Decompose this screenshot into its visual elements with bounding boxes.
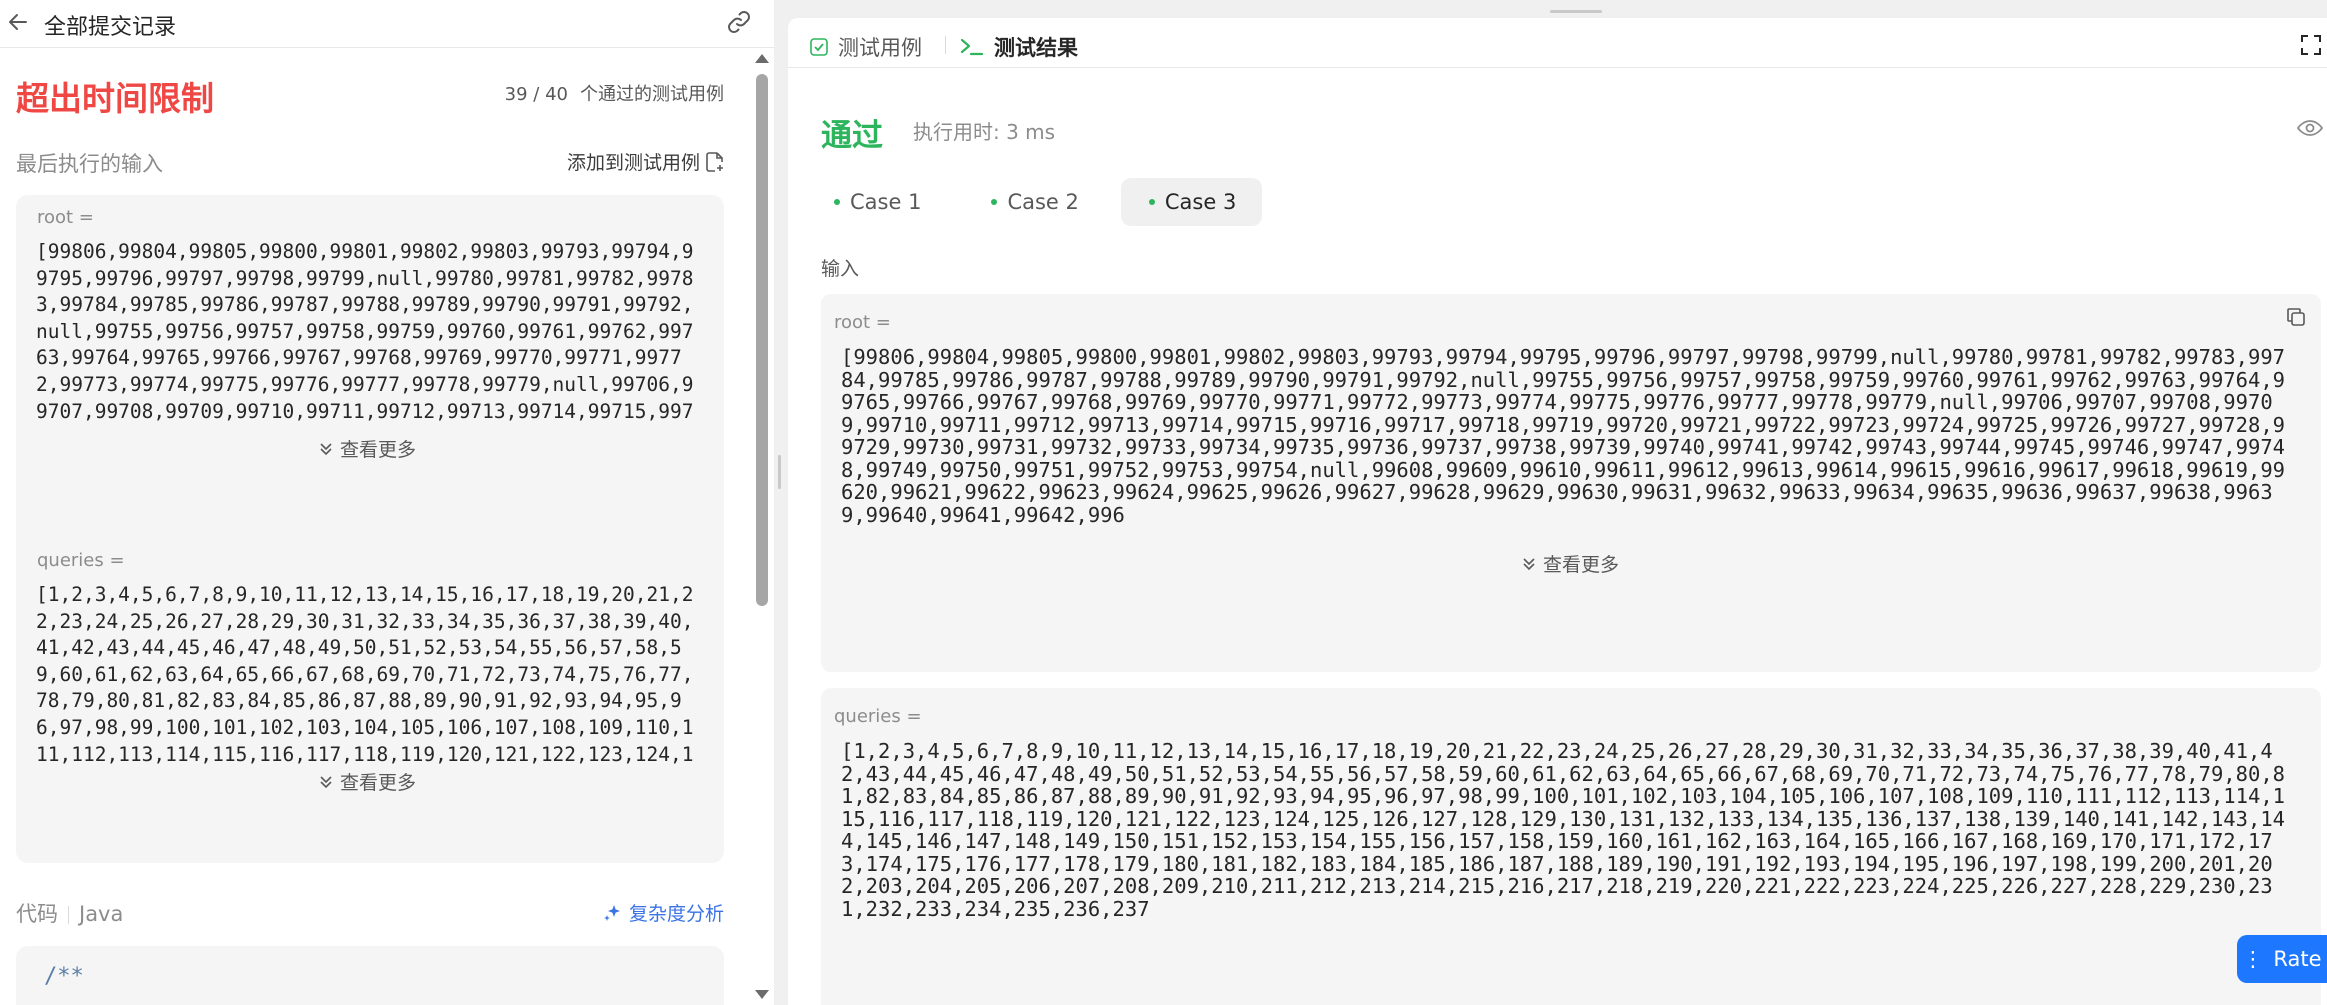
code-label: 代码 <box>16 902 58 926</box>
input-section-label: 输入 <box>821 258 860 280</box>
panel-splitter[interactable] <box>775 0 788 1005</box>
fullscreen-icon[interactable] <box>2300 34 2322 56</box>
share-link-icon[interactable] <box>724 9 754 35</box>
eye-icon[interactable] <box>2296 118 2324 138</box>
root-value: [99806,99804,99805,99800,99801,99802,998… <box>841 346 2286 527</box>
code-language: Java <box>79 902 124 926</box>
passed-ratio: 39 / 40 <box>504 84 568 105</box>
queries-input-box: queries = [1,2,3,4,5,6,7,8,9,10,11,12,13… <box>16 538 724 863</box>
execution-time: 执行用时: 3 ms <box>913 120 1056 144</box>
copy-icon[interactable] <box>2285 306 2307 328</box>
see-more-button[interactable]: 查看更多 <box>1521 550 1619 577</box>
submission-header: 全部提交记录 <box>0 0 774 48</box>
root-value: [99806,99804,99805,99800,99801,99802,998… <box>36 240 694 423</box>
result-status: 通过 <box>821 118 883 154</box>
see-more-label: 查看更多 <box>340 439 417 461</box>
tab-result-label: 测试结果 <box>994 36 1078 60</box>
passed-testcases-count: 39 / 40 个通过的测试用例 <box>505 80 724 106</box>
queries-input-box: queries = [1,2,3,4,5,6,7,8,9,10,11,12,13… <box>821 688 2321 1005</box>
rate-label: Rate <box>2273 947 2322 971</box>
root-input-box: root = [99806,99804,99805,99800,99801,99… <box>821 294 2321 672</box>
see-more-label: 查看更多 <box>1543 554 1620 576</box>
scroll-up-arrow-icon[interactable] <box>755 54 769 63</box>
root-label: root = <box>37 207 94 228</box>
see-more-button[interactable]: 查看更多 <box>318 435 416 462</box>
root-label: root = <box>834 312 891 333</box>
all-submissions-title[interactable]: 全部提交记录 <box>44 9 176 41</box>
complexity-label: 复杂度分析 <box>628 903 724 925</box>
add-to-testcase-label: 添加到测试用例 <box>566 152 700 174</box>
last-input-label: 最后执行的输入 <box>16 152 163 176</box>
more-dots-icon: ⋮ <box>2242 947 2264 971</box>
submission-panel: 全部提交记录 超出时间限制 39 / 40 个通过的测试用例 最后执行的输入 添加… <box>0 0 774 1005</box>
tab-case-2[interactable]: Case 2 <box>963 178 1104 226</box>
add-to-testcase-button[interactable]: 添加到测试用例 <box>567 148 724 175</box>
submission-detail-scroll: 超出时间限制 39 / 40 个通过的测试用例 最后执行的输入 添加到测试用例 r… <box>0 48 750 1005</box>
case-tab-label: Case 2 <box>1007 190 1079 214</box>
test-panel-tabs: 测试用例 测试结果 <box>788 18 2327 68</box>
double-chevron-down-icon <box>320 775 332 788</box>
complexity-analysis-button[interactable]: 复杂度分析 <box>603 899 724 926</box>
code-line: /** <box>44 964 84 989</box>
double-chevron-down-icon <box>1523 557 1535 570</box>
case-tab-label: Case 3 <box>1164 190 1237 214</box>
sparkle-icon <box>603 904 620 921</box>
tab-testcase[interactable]: 测试用例 <box>810 32 922 62</box>
add-file-icon <box>706 151 723 172</box>
pass-dot-icon <box>1148 199 1155 205</box>
code-viewer: /** <box>16 946 724 1005</box>
see-more-button[interactable]: 查看更多 <box>318 768 416 795</box>
code-header: 代码 Java <box>16 898 123 928</box>
pass-dot-icon <box>991 199 998 205</box>
root-input-box: root = [99806,99804,99805,99800,99801,99… <box>16 195 724 573</box>
tab-case-3[interactable]: Case 3 <box>1120 178 1263 226</box>
case-tab-label: Case 1 <box>850 190 922 214</box>
scroll-down-arrow-icon[interactable] <box>755 990 769 999</box>
see-more-label: 查看更多 <box>340 772 417 794</box>
submission-status: 超出时间限制 <box>16 79 214 118</box>
scrollbar-thumb[interactable] <box>756 74 768 606</box>
queries-label: queries = <box>37 550 125 571</box>
queries-label: queries = <box>834 706 922 727</box>
queries-value: [1,2,3,4,5,6,7,8,9,10,11,12,13,14,15,16,… <box>841 740 2286 921</box>
back-arrow-icon[interactable] <box>6 10 30 34</box>
pass-dot-icon <box>834 199 840 205</box>
tab-test-result[interactable]: 测试结果 <box>960 32 1078 62</box>
double-chevron-down-icon <box>320 442 332 455</box>
passed-suffix: 个通过的测试用例 <box>580 84 724 105</box>
terminal-icon <box>960 38 984 56</box>
tab-testcase-label: 测试用例 <box>838 36 922 60</box>
queries-value: [1,2,3,4,5,6,7,8,9,10,11,12,13,14,15,16,… <box>36 583 694 766</box>
vertical-resize-grip[interactable] <box>1550 10 1602 13</box>
test-result-panel: 测试用例 测试结果 通过 执行用时: 3 ms Case 1 Case 2 Ca… <box>788 18 2327 1005</box>
case-tabs: Case 1 Case 2 Case 3 <box>806 178 1263 226</box>
rate-button[interactable]: ⋮ Rate <box>2237 935 2327 983</box>
left-scrollbar[interactable] <box>751 48 774 1005</box>
checkbox-icon <box>810 38 828 56</box>
tab-case-1[interactable]: Case 1 <box>806 178 947 226</box>
splitter-grip[interactable] <box>778 455 781 489</box>
